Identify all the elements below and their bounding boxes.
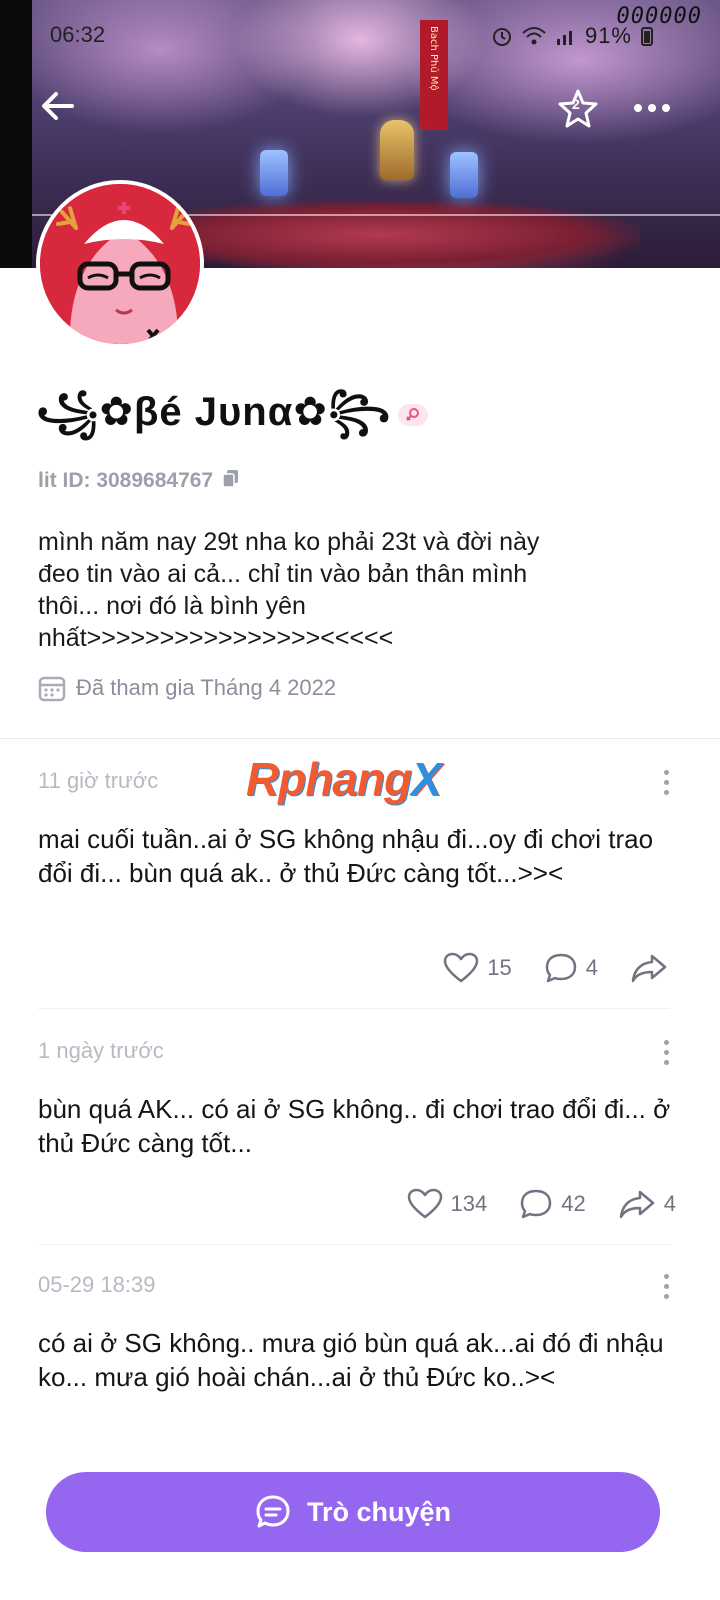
cover-lantern-right bbox=[450, 152, 478, 198]
cover-left-edge bbox=[0, 0, 32, 268]
chat-bubble-icon bbox=[256, 1495, 290, 1528]
joined-text: Đã tham gia Tháng 4 2022 bbox=[76, 675, 337, 700]
post-more-button[interactable] bbox=[662, 1040, 670, 1065]
comment-count: 42 bbox=[561, 1191, 586, 1216]
section-divider bbox=[0, 738, 720, 739]
status-time: 06:32 bbox=[50, 22, 106, 47]
post-time: 05-29 18:39 bbox=[38, 1272, 156, 1297]
comment-count: 4 bbox=[585, 955, 598, 980]
favorite-button[interactable]: 2 bbox=[550, 80, 606, 136]
comment-icon bbox=[545, 953, 576, 983]
heart-icon bbox=[407, 1188, 442, 1219]
signal-icon bbox=[556, 31, 572, 45]
post-time: 1 ngày trước bbox=[38, 1038, 164, 1063]
more-options-button[interactable] bbox=[624, 80, 680, 136]
cover-sign-text: Bach Phủ Mộ bbox=[428, 26, 439, 91]
cover-sign: Bach Phủ Mộ bbox=[420, 20, 448, 130]
copy-id-button[interactable] bbox=[221, 468, 241, 494]
post-divider bbox=[38, 1008, 670, 1009]
post-time: 11 giờ trước bbox=[38, 768, 159, 793]
more-horizontal-icon bbox=[634, 104, 670, 112]
post-card[interactable]: 11 giờ trước mai cuối tuần..ai ở SG khôn… bbox=[0, 760, 720, 1010]
avatar[interactable] bbox=[36, 180, 204, 348]
share-icon bbox=[619, 1190, 654, 1219]
favorite-badge: 2 bbox=[572, 96, 580, 112]
back-button[interactable] bbox=[30, 78, 86, 134]
post-divider bbox=[38, 1244, 670, 1245]
comment-button[interactable]: 4 bbox=[544, 952, 598, 984]
profile-bio: mình năm nay 29t nha ko phải 23t và đời … bbox=[38, 528, 540, 652]
female-icon bbox=[406, 408, 419, 421]
comment-button[interactable]: 42 bbox=[519, 1188, 586, 1220]
comment-icon bbox=[521, 1189, 552, 1219]
lit-id: lit ID: 3089684767 bbox=[38, 468, 241, 494]
share-button[interactable] bbox=[630, 952, 676, 984]
corner-code: 000000 bbox=[616, 4, 702, 29]
avatar-illustration bbox=[40, 184, 200, 344]
like-button[interactable]: 15 bbox=[443, 952, 512, 984]
post-more-button[interactable] bbox=[662, 1274, 670, 1299]
post-text: có ai ở SG không.. mưa gió bùn quá ak...… bbox=[38, 1328, 664, 1392]
like-count: 134 bbox=[450, 1191, 488, 1216]
calendar-icon bbox=[38, 676, 66, 702]
wifi-icon bbox=[522, 27, 546, 45]
like-button[interactable]: 134 bbox=[407, 1188, 488, 1220]
cover-character bbox=[380, 120, 414, 180]
like-count: 15 bbox=[487, 955, 512, 980]
share-count: 4 bbox=[663, 1191, 676, 1216]
post-actions: 134 42 4 bbox=[407, 1188, 676, 1220]
post-actions: 15 4 bbox=[443, 952, 676, 984]
post-text: mai cuối tuần..ai ở SG không nhậu đi...o… bbox=[38, 824, 654, 888]
cover-lantern-left bbox=[260, 150, 288, 196]
arrow-left-icon bbox=[42, 92, 74, 120]
alarm-icon bbox=[492, 28, 511, 46]
share-button[interactable]: 4 bbox=[618, 1188, 676, 1220]
copy-icon bbox=[222, 470, 239, 488]
joined-date: Đã tham gia Tháng 4 2022 bbox=[38, 674, 336, 702]
profile-nickname: ꧁✿βé Jυnα✿꧂ bbox=[36, 390, 392, 434]
heart-icon bbox=[444, 952, 479, 983]
post-card[interactable]: 1 ngày trước bùn quá AK... có ai ở SG kh… bbox=[0, 1030, 720, 1242]
post-card[interactable]: 05-29 18:39 có ai ở SG không.. mưa gió b… bbox=[0, 1264, 720, 1454]
lit-id-text: lit ID: 3089684767 bbox=[38, 469, 214, 492]
gender-badge bbox=[398, 404, 428, 426]
chat-button[interactable]: Trò chuyện bbox=[46, 1472, 660, 1552]
post-text: bùn quá AK... có ai ở SG không.. đi chơi… bbox=[38, 1094, 671, 1158]
share-icon bbox=[631, 954, 667, 983]
chat-button-label: Trò chuyện bbox=[306, 1496, 452, 1527]
post-more-button[interactable] bbox=[662, 770, 670, 795]
